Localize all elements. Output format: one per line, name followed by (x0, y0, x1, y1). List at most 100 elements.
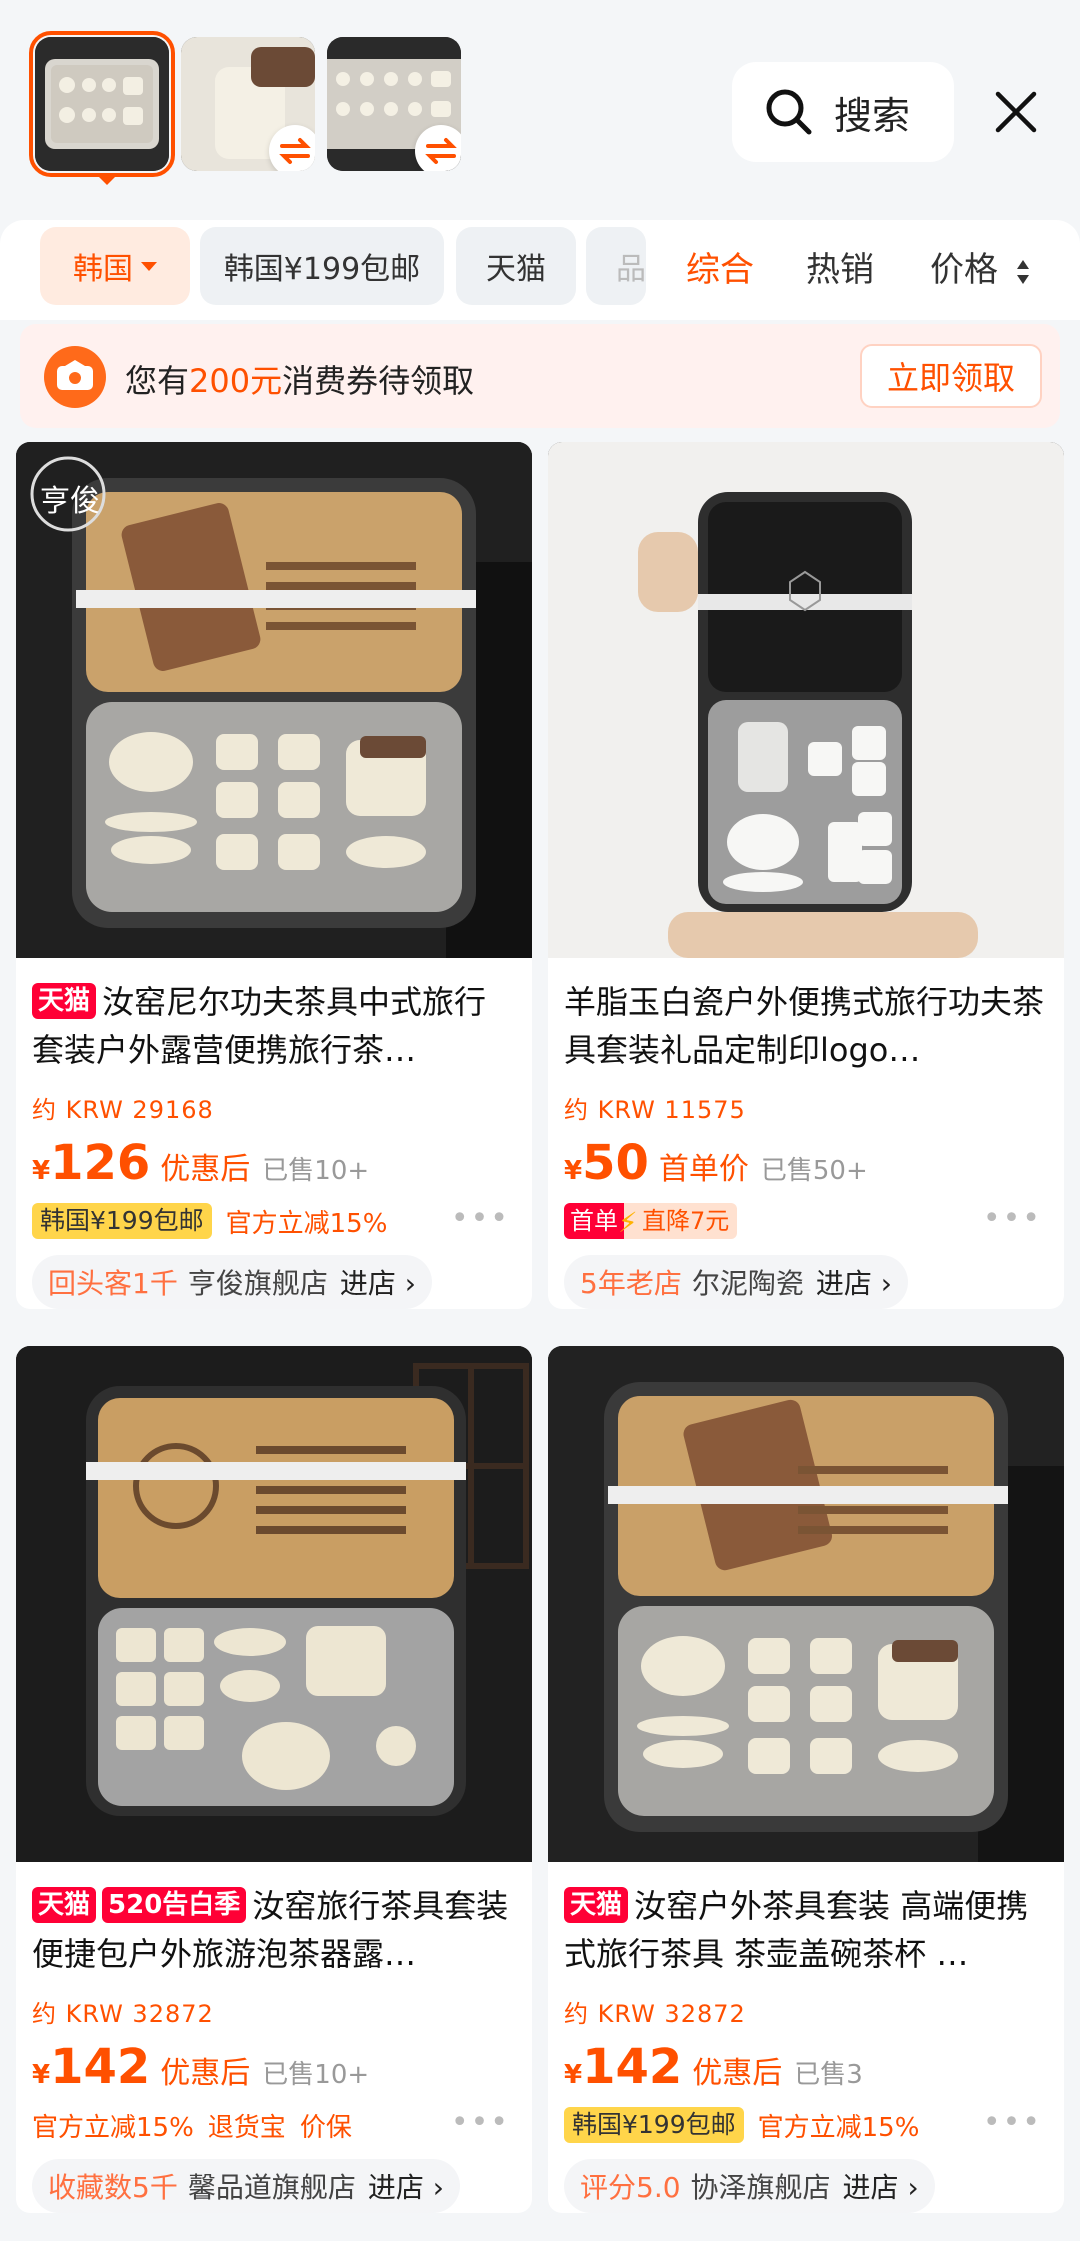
price-note: 优惠后 (160, 2056, 251, 2091)
filter-bar: 韩国 韩国¥199包邮 天猫 品 综合 热销 价格 (0, 220, 1080, 320)
price-drop-text: 直降7元 (642, 1207, 730, 1235)
price-note: 优惠后 (160, 1152, 251, 1187)
filter-chip-free-shipping[interactable]: 韩国¥199包邮 (200, 227, 444, 305)
discount-text: 官方立减15% (32, 2112, 194, 2143)
product-info: 羊脂玉白瓷户外便携式旅行功夫茶具套装礼品定制印logo… 约 KRW 11575… (548, 958, 1064, 1309)
promo-row: 韩国¥199包邮 官方立减15% ••• (32, 1201, 516, 1241)
more-options-icon[interactable]: ••• (983, 2105, 1042, 2140)
product-title[interactable]: 羊脂玉白瓷户外便携式旅行功夫茶具套装礼品定制印logo… (564, 978, 1048, 1074)
price-note: 优惠后 (692, 2056, 783, 2091)
first-order-label: 首单 (564, 1203, 624, 1239)
product-title[interactable]: 天猫 汝窑户外茶具套装 高端便携式旅行茶具 茶壶盖碗茶杯 … (564, 1882, 1048, 1978)
more-options-icon[interactable]: ••• (451, 2105, 510, 2140)
store-link[interactable]: 收藏数5千 馨品道旗舰店 进店 › (32, 2159, 460, 2213)
krw-price: 约 KRW 32872 (32, 2000, 214, 2028)
store-highlight: 5年老店 (580, 1267, 682, 1300)
store-highlight: 回头客1千 (48, 1267, 178, 1300)
store-link[interactable]: 评分5.0 协泽旗舰店 进店 › (564, 2159, 935, 2213)
currency-symbol: ¥ (32, 1156, 51, 1186)
store-link[interactable]: 回头客1千 亨俊旗舰店 进店 › (32, 1255, 432, 1309)
thumbnail-1[interactable] (29, 31, 175, 177)
product-card[interactable]: 天猫 520告白季 汝窑旅行茶具套装便捷包户外旅游泡茶器露… 约 KRW 32872… (16, 1346, 532, 2213)
more-options-icon[interactable]: ••• (983, 1201, 1042, 1236)
promo-row: 韩国¥199包邮 官方立减15% ••• (564, 2105, 1048, 2145)
promo-row: 首单 ⚡ 直降7元 ••• (564, 1201, 1048, 1241)
product-card[interactable]: 天猫 汝窑户外茶具套装 高端便携式旅行茶具 茶壶盖碗茶杯 … 约 KRW 3287… (548, 1346, 1064, 2213)
filter-chip-brand[interactable]: 品 (586, 227, 646, 305)
price-row: ¥ 50 首单价 已售50+ (564, 1135, 1048, 1191)
product-image[interactable] (548, 442, 1064, 958)
more-options-icon[interactable]: ••• (451, 1201, 510, 1236)
tmall-tag: 天猫 (564, 1887, 629, 1923)
sort-arrows-icon (1016, 259, 1029, 284)
image-search-header: 搜索 (0, 0, 1080, 220)
product-info: 天猫 汝窑尼尔功夫茶具中式旅行套装户外露营便携旅行茶… 约 KRW 29168 ¥… (16, 958, 532, 1309)
chip-label: 韩国 (73, 252, 133, 287)
close-icon (995, 91, 1037, 133)
product-image[interactable]: 亨俊 (16, 442, 532, 958)
price-value: 142 (582, 2039, 683, 2095)
currency-symbol: ¥ (32, 2060, 51, 2090)
store-link[interactable]: 5年老店 尔泥陶瓷 进店 › (564, 1255, 908, 1309)
sort-tab-price-label: 价格 (930, 250, 998, 290)
krw-price: 约 KRW 29168 (32, 1096, 214, 1124)
store-name: 亨俊旗舰店 (187, 1267, 328, 1300)
search-button[interactable]: 搜索 (732, 62, 954, 162)
product-title[interactable]: 天猫 520告白季 汝窑旅行茶具套装便捷包户外旅游泡茶器露… (32, 1882, 516, 1978)
currency-symbol: ¥ (564, 2060, 583, 2090)
white-tea-set-case-photo (548, 442, 1064, 958)
selected-thumbnail-pointer (95, 173, 119, 185)
search-icon (766, 89, 812, 135)
product-card[interactable]: 亨俊 天猫 汝窑尼尔功夫茶具中式旅行套装户外露营便携旅行茶… 约 KRW 2916… (16, 442, 532, 1309)
store-name: 协泽旗舰店 (690, 2171, 831, 2204)
swap-icon[interactable] (415, 125, 461, 171)
chip-label: 品 (616, 252, 646, 287)
tmall-tag: 天猫 (32, 983, 97, 1019)
product-image[interactable] (16, 1346, 532, 1862)
coupon-suffix: 消费券待领取 (282, 362, 475, 400)
sort-tab-comprehensive[interactable]: 综合 (686, 242, 754, 291)
lightning-icon: ⚡ (618, 1206, 638, 1239)
krw-price: 约 KRW 32872 (564, 2000, 746, 2028)
first-order-badge: 首单 ⚡ 直降7元 (564, 1203, 738, 1239)
search-label: 搜索 (834, 93, 911, 138)
sold-count: 已售50+ (760, 1156, 868, 1186)
price-protect-text: 价保 (299, 2112, 352, 2143)
sort-tab-best-selling[interactable]: 热销 (806, 242, 874, 291)
sort-tab-price[interactable]: 价格 (930, 242, 1031, 291)
close-button[interactable] (984, 80, 1048, 144)
chip-label: 韩国¥199包邮 (223, 252, 421, 287)
product-title[interactable]: 天猫 汝窑尼尔功夫茶具中式旅行套装户外露营便携旅行茶… (32, 978, 516, 1074)
caret-down-icon (141, 261, 157, 271)
free-shipping-badge: 韩国¥199包邮 (32, 1203, 212, 1239)
product-card[interactable]: 羊脂玉白瓷户外便携式旅行功夫茶具套装礼品定制印logo… 约 KRW 11575… (548, 442, 1064, 1309)
coupon-message: 您有200元消费券待领取 (125, 356, 474, 402)
thumbnail-3[interactable] (327, 37, 461, 171)
tea-set-case-photo (548, 1346, 1064, 1862)
sold-count: 已售3 (794, 2060, 863, 2090)
price-row: ¥ 142 优惠后 已售3 (564, 2039, 1048, 2095)
price-note: 首单价 (658, 1152, 749, 1187)
filter-chip-tmall[interactable]: 天猫 (456, 227, 576, 305)
coupon-icon (44, 346, 106, 408)
price-row: ¥ 126 优惠后 已售10+ (32, 1135, 516, 1191)
product-image[interactable] (548, 1346, 1064, 1862)
store-name: 尔泥陶瓷 (691, 1267, 804, 1300)
store-name: 馨品道旗舰店 (187, 2171, 356, 2204)
brand-watermark: 亨俊 (40, 484, 100, 519)
tmall-tag: 天猫 (32, 1887, 97, 1923)
store-highlight: 收藏数5千 (48, 2171, 178, 2204)
claim-coupon-button[interactable]: 立即领取 (860, 344, 1042, 408)
coupon-banner: 您有200元消费券待领取 立即领取 (20, 324, 1060, 428)
price-drop-label: ⚡ 直降7元 (618, 1203, 738, 1239)
product-info: 天猫 汝窑户外茶具套装 高端便携式旅行茶具 茶壶盖碗茶杯 … 约 KRW 3287… (548, 1862, 1064, 2213)
enter-store-label: 进店 › (842, 2171, 919, 2204)
thumbnail-2[interactable] (181, 37, 315, 171)
filter-chip-korea[interactable]: 韩国 (40, 227, 190, 305)
event-tag: 520告白季 (102, 1887, 247, 1923)
discount-text: 官方立减15% (757, 2112, 920, 2143)
price-value: 142 (50, 2039, 151, 2095)
return-insurance-text: 退货宝 (207, 2112, 286, 2143)
swap-icon[interactable] (269, 125, 315, 171)
tea-set-case-photo (16, 1346, 532, 1862)
